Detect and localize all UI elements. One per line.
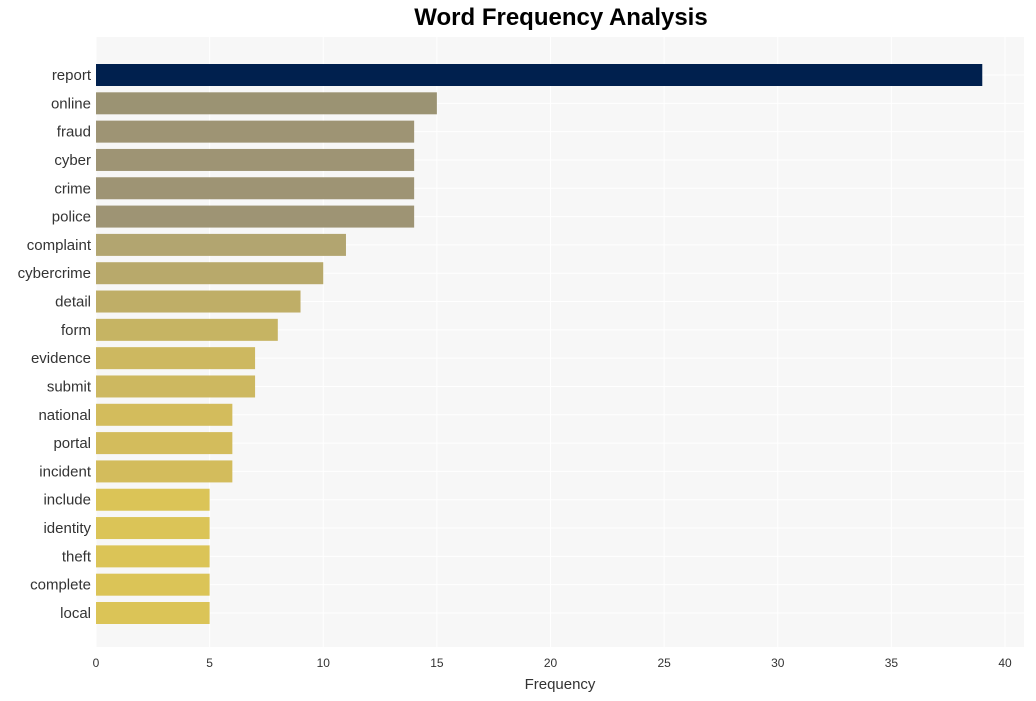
category-label-local: local	[60, 605, 91, 622]
category-label-portal: portal	[53, 435, 91, 452]
category-label-fraud: fraud	[57, 124, 91, 141]
x-tick-35: 35	[885, 656, 899, 670]
bar-form	[96, 318, 278, 341]
x-tick-25: 25	[657, 656, 671, 670]
category-label-cyber: cyber	[54, 152, 91, 169]
bar-online	[96, 92, 437, 115]
category-label-report: report	[52, 67, 92, 84]
x-tick-40: 40	[998, 656, 1012, 670]
x-axis-title: Frequency	[525, 676, 596, 693]
category-label-submit: submit	[47, 378, 92, 395]
bar-crime	[96, 177, 415, 200]
bar-evidence	[96, 347, 256, 370]
bar-chart: reportonlinefraudcybercrimepolicecomplai…	[18, 37, 1024, 693]
category-label-police: police	[52, 209, 91, 226]
x-tick-5: 5	[206, 656, 213, 670]
category-label-crime: crime	[54, 180, 91, 197]
x-tick-15: 15	[430, 656, 444, 670]
category-label-evidence: evidence	[31, 350, 91, 367]
bar-theft	[96, 545, 210, 568]
bar-complaint	[96, 233, 346, 256]
x-tick-labels: 0 5 10 15 20 25 30 35 40	[93, 656, 1012, 670]
category-label-identity: identity	[43, 520, 91, 537]
x-tick-0: 0	[93, 656, 100, 670]
category-label-cybercrime: cybercrime	[18, 265, 91, 282]
category-label-national: national	[38, 407, 91, 424]
category-labels: reportonlinefraudcybercrimepolicecomplai…	[18, 67, 92, 622]
bar-report	[96, 64, 983, 86]
bar-cybercrime	[96, 262, 324, 285]
category-label-complete: complete	[30, 577, 91, 594]
bar-police	[96, 205, 415, 228]
bar-include	[96, 488, 210, 511]
bar-national	[96, 403, 233, 426]
bar-submit	[96, 375, 256, 398]
bar-local	[96, 602, 210, 624]
category-label-include: include	[43, 492, 91, 509]
category-label-theft: theft	[62, 548, 92, 565]
category-label-incident: incident	[39, 463, 92, 480]
bar-portal	[96, 432, 233, 455]
category-label-online: online	[51, 95, 91, 112]
category-label-form: form	[61, 322, 91, 339]
category-label-detail: detail	[55, 294, 91, 311]
bar-cyber	[96, 148, 415, 171]
category-label-complaint: complaint	[27, 237, 92, 254]
bar-identity	[96, 517, 210, 540]
x-tick-20: 20	[544, 656, 558, 670]
x-tick-10: 10	[317, 656, 331, 670]
bar-fraud	[96, 120, 415, 143]
bar-detail	[96, 290, 301, 313]
x-tick-30: 30	[771, 656, 785, 670]
bar-incident	[96, 460, 233, 483]
bar-complete	[96, 573, 210, 596]
